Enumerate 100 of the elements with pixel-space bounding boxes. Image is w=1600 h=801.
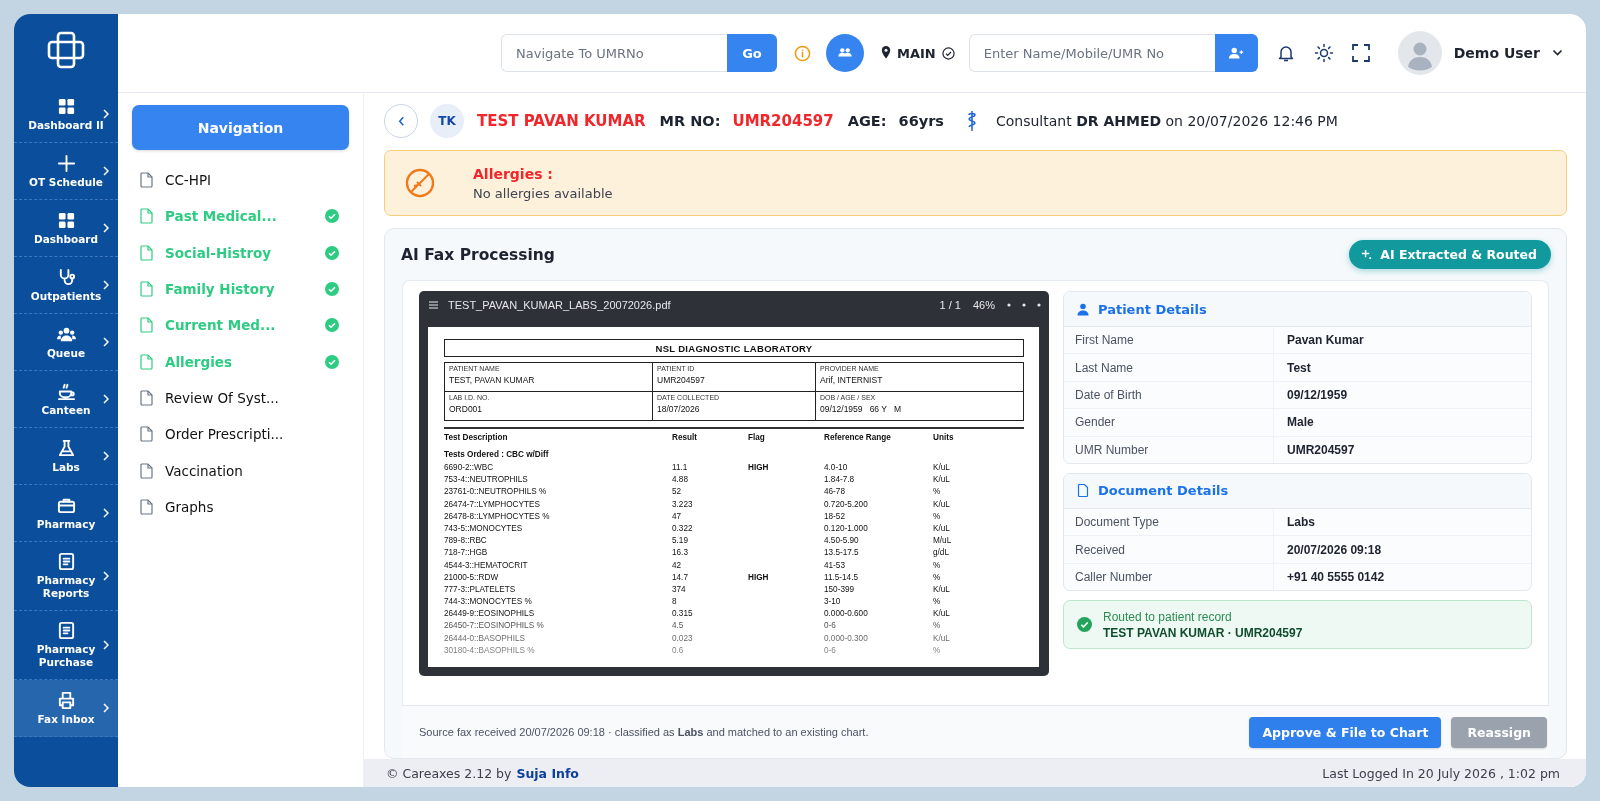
units-value: K/uL	[933, 608, 951, 621]
test-name: 26478-8::LYMPHOCYTES %	[444, 510, 551, 523]
sidebar-item[interactable]: Pharmacy	[14, 485, 118, 542]
detail-value: +91 40 5555 0142	[1286, 568, 1386, 586]
mr-number: UMR204597	[732, 112, 834, 130]
test-name: 6690-2::WBC	[444, 462, 495, 474]
file-icon	[140, 353, 153, 370]
last-login-text: Last Logged In 20 July 2026 , 1:02 pm	[1322, 765, 1560, 781]
reference-range: 41-53	[824, 559, 846, 572]
menu-icon	[429, 300, 438, 309]
reference-range: 46-78	[824, 486, 846, 499]
go-button[interactable]: Go	[727, 34, 777, 72]
location-pin-icon	[881, 46, 891, 60]
approve-button[interactable]: Approve & File to Chart	[1249, 716, 1442, 748]
check-circle-icon	[325, 282, 339, 297]
sidebar-item[interactable]: Fax Inbox	[14, 680, 118, 737]
reference-range: 1.84-7.8	[824, 474, 856, 487]
check-circle-icon	[325, 318, 339, 333]
detail-label: Caller Number	[1064, 563, 1274, 591]
patient-search-field[interactable]: Enter Name/Mobile/UMR No	[968, 34, 1215, 72]
detail-label: UMR Number	[1064, 436, 1274, 463]
pdf-filename: TEST_PAVAN_KUMAR_LABS_20072026.pdf	[448, 298, 672, 311]
detail-label: First Name	[1064, 327, 1274, 354]
test-name: 26450-7::EOSINOPHILS %	[444, 620, 545, 633]
sidebar-item[interactable]: Dashboard	[14, 200, 118, 257]
units-value: %	[933, 510, 942, 523]
nav-item[interactable]: Vaccination	[132, 452, 349, 489]
patient-name: TEST PAVAN KUMAR	[477, 112, 646, 130]
chevron-right-icon	[103, 451, 109, 461]
check-circle-icon	[941, 46, 955, 60]
sidebar-item[interactable]: Canteen	[14, 371, 118, 428]
more-icon	[1007, 302, 1041, 307]
file-icon	[140, 281, 153, 298]
detail-label: Received	[1064, 536, 1274, 563]
file-icon	[140, 389, 153, 406]
add-patient-button[interactable]	[1214, 34, 1258, 72]
sidebar-item[interactable]: Dashboard II	[14, 86, 118, 143]
sidebar-item[interactable]: Labs	[14, 428, 118, 485]
page-indicator: 1 / 1	[939, 298, 961, 311]
units-value: %	[933, 571, 942, 584]
sidebar-item[interactable]: Queue	[14, 314, 118, 371]
sidebar-item[interactable]: Pharmacy Reports	[14, 542, 118, 611]
reference-range: 0-6	[824, 620, 837, 633]
detail-value: 09/12/1959	[1286, 386, 1349, 404]
units-value: %	[933, 559, 942, 572]
reference-range: 0.000-0.300	[824, 632, 869, 645]
chevron-right-icon	[103, 337, 109, 347]
nav-item[interactable]: Graphs	[132, 488, 349, 525]
fullscreen-icon	[1351, 44, 1370, 62]
cross-logo-icon	[46, 30, 86, 70]
test-name: 30180-4::BASOPHILS %	[444, 644, 536, 657]
result-value: 5.19	[672, 535, 689, 548]
plus-icon	[56, 153, 76, 173]
reference-range: 0-6	[824, 644, 837, 657]
reference-range: 18-52	[824, 510, 846, 523]
reference-range: 0.720-5.200	[824, 498, 869, 511]
result-value: 4.88	[672, 474, 689, 487]
user-name[interactable]: Demo User	[1453, 45, 1540, 61]
result-value: 374	[672, 583, 687, 596]
test-name: 777-3::PLATELETS	[444, 583, 517, 596]
column-header: Flag	[748, 432, 766, 444]
sidebar-item[interactable]: OT Schedule	[14, 143, 118, 200]
detail-label: Gender	[1064, 409, 1274, 436]
grid-icon	[56, 96, 76, 116]
nav-item[interactable]: Review Of Syst...	[132, 379, 349, 417]
field-value: TEST, PAVAN KUMAR	[449, 375, 536, 385]
units-value: %	[933, 486, 942, 499]
file-icon	[140, 244, 153, 261]
column-header: Units	[933, 432, 955, 444]
company-link[interactable]: Suja Info	[516, 765, 579, 781]
lab-name: NSL DIAGNOSTIC LABORATORY	[444, 339, 1024, 357]
units-value: K/uL	[933, 632, 951, 645]
chevron-right-icon	[103, 394, 109, 404]
reference-range: 3-10	[824, 596, 842, 609]
chevron-right-icon	[103, 703, 109, 713]
column-header: Reference Range	[824, 432, 892, 444]
result-value: 16.3	[672, 547, 689, 560]
group-button[interactable]	[826, 34, 864, 72]
detail-value: Pavan Kumar	[1286, 332, 1365, 350]
reference-range: 4.50-5.90	[824, 535, 860, 548]
field-value: UMR204597	[657, 375, 706, 385]
file-icon	[140, 208, 153, 225]
result-value: 0.315	[672, 608, 694, 621]
location-label[interactable]: MAIN	[897, 45, 936, 61]
age-label: AGE:	[847, 113, 887, 129]
nav-item[interactable]: Order Prescripti...	[132, 416, 349, 453]
test-name: 753-4::NEUTROPHILS	[444, 474, 529, 487]
chevron-right-icon	[103, 280, 109, 290]
units-value: K/uL	[933, 522, 951, 535]
patient-initials-avatar: TK	[430, 104, 464, 138]
sidebar-item[interactable]: Outpatients	[14, 257, 118, 314]
nav-item[interactable]: CC-HPI	[132, 162, 349, 199]
result-value: 0.322	[672, 522, 694, 535]
routed-detail: TEST PAVAN KUMAR · UMR204597	[1103, 625, 1303, 640]
navigation-button[interactable]: Navigation	[132, 105, 349, 150]
test-name: 744-3::MONOCYTES %	[444, 596, 533, 609]
umr-search-field[interactable]: Navigate To UMRNo	[501, 34, 727, 72]
reference-range: 0.120-1.000	[824, 522, 869, 535]
test-name: 743-5::MONOCYTES	[444, 522, 524, 535]
file-icon	[140, 462, 153, 479]
